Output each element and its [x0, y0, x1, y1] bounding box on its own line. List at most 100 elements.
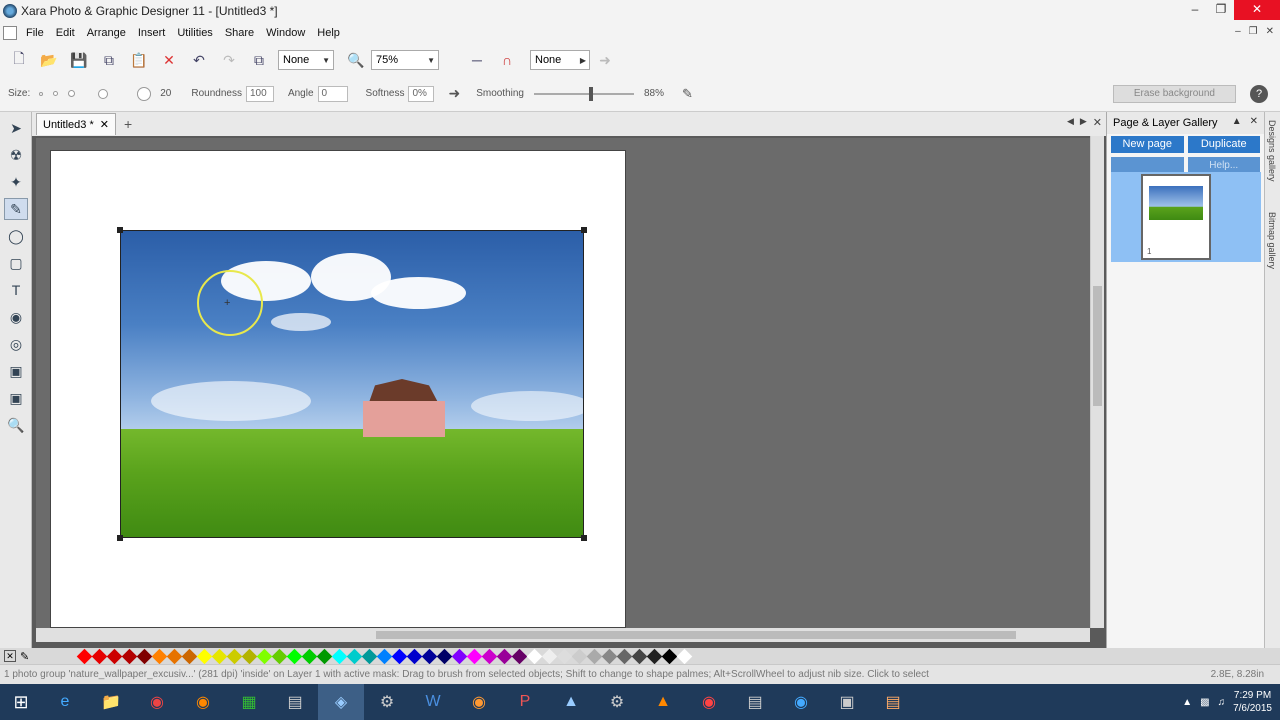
smoothing-slider[interactable] — [534, 86, 634, 101]
color-swatch[interactable] — [166, 648, 183, 664]
zoom-dropdown[interactable]: 75% ▼ — [371, 50, 439, 70]
help-icon[interactable]: ? — [1250, 84, 1268, 103]
shadow-tool-icon[interactable]: ▣ — [4, 360, 28, 382]
angle-input[interactable]: 0 — [317, 85, 348, 102]
document-icon[interactable] — [3, 26, 17, 40]
undo-icon[interactable]: ↶ — [187, 48, 211, 72]
brush-size-2[interactable] — [53, 91, 59, 96]
mdi-restore-icon[interactable]: ❐ — [1249, 26, 1258, 37]
color-swatch[interactable] — [616, 648, 633, 664]
line-width-icon[interactable]: ─ — [465, 48, 489, 72]
color-picker-icon[interactable]: ✎ — [20, 650, 29, 663]
restore-button[interactable]: ❐ — [1208, 0, 1234, 20]
xara-taskbar-icon[interactable]: ◈ — [318, 684, 364, 720]
firefox-icon[interactable]: ◉ — [180, 684, 226, 720]
selection-handle[interactable] — [581, 227, 587, 233]
brush-size-1[interactable] — [39, 91, 44, 96]
color-swatch[interactable] — [586, 648, 603, 664]
text-tool-icon[interactable]: T — [4, 279, 28, 301]
rectangle-tool-icon[interactable]: ▢ — [4, 252, 28, 274]
paste-icon[interactable]: 📋 — [127, 48, 151, 72]
color-swatch[interactable] — [331, 648, 348, 664]
app-icon-3[interactable]: ◉ — [456, 684, 502, 720]
color-swatch[interactable] — [241, 648, 258, 664]
file-explorer-icon[interactable]: 📁 — [88, 684, 134, 720]
transform-icon[interactable]: ⧉ — [247, 48, 271, 72]
gallery-close-icon[interactable]: ✕ — [1250, 116, 1258, 127]
menu-utilities[interactable]: Utilities — [177, 27, 212, 39]
selector-tool-icon[interactable]: ➤ — [4, 117, 28, 139]
zoom-tool-icon[interactable]: 🔍 — [4, 414, 28, 436]
close-button[interactable]: ✕ — [1234, 0, 1280, 20]
new-tab-icon[interactable]: + — [124, 116, 132, 132]
color-swatch[interactable] — [466, 648, 483, 664]
menu-help[interactable]: Help — [317, 27, 340, 39]
color-swatch[interactable] — [226, 648, 243, 664]
vlc-icon[interactable]: ▲ — [640, 684, 686, 720]
no-color-icon[interactable]: ✕ — [4, 650, 16, 662]
close-doc-icon[interactable]: ✕ — [1093, 116, 1102, 129]
color-swatch[interactable] — [361, 648, 378, 664]
brush-size-5[interactable] — [137, 86, 152, 101]
duplicate-button[interactable]: Duplicate — [1187, 136, 1260, 153]
arrow-right-icon[interactable]: ➜ — [448, 85, 460, 102]
shape-tool-icon[interactable]: ◯ — [4, 225, 28, 247]
menu-share[interactable]: Share — [225, 27, 254, 39]
scroll-thumb[interactable] — [1093, 286, 1102, 406]
zoom-icon[interactable]: 🔍 — [344, 48, 368, 72]
menu-insert[interactable]: Insert — [138, 27, 166, 39]
tray-arrow-icon[interactable]: ▲ — [1182, 697, 1192, 708]
mdi-close-icon[interactable]: ✕ — [1266, 26, 1274, 37]
brush-size-3[interactable] — [68, 90, 76, 97]
app-icon-2[interactable]: ⚙ — [364, 684, 410, 720]
app-icon[interactable] — [3, 4, 17, 18]
app-icon-5[interactable]: ⚙ — [594, 684, 640, 720]
clock[interactable]: 7:29 PM 7/6/2015 — [1233, 689, 1272, 715]
vertical-scrollbar[interactable] — [1090, 136, 1104, 628]
color-swatch[interactable] — [661, 648, 678, 664]
copy-icon[interactable]: ⧉ — [97, 48, 121, 72]
spreadsheet-icon[interactable]: ▦ — [226, 684, 272, 720]
selection-handle[interactable] — [117, 535, 123, 541]
app-icon-8[interactable]: ◉ — [778, 684, 824, 720]
color-swatch[interactable] — [421, 648, 438, 664]
transparency-tool-icon[interactable]: ◎ — [4, 333, 28, 355]
brush-tool-icon[interactable]: ✎ — [4, 198, 28, 220]
color-swatch[interactable] — [601, 648, 618, 664]
select-none-dropdown[interactable]: None ▼ — [278, 50, 334, 70]
menu-arrange[interactable]: Arrange — [87, 27, 126, 39]
color-swatch[interactable] — [346, 648, 363, 664]
color-swatch[interactable] — [151, 648, 168, 664]
pin-icon[interactable]: ▲ — [1232, 116, 1242, 127]
photo-tool-icon[interactable]: ☢ — [4, 144, 28, 166]
color-swatch[interactable] — [571, 648, 588, 664]
select-none-dropdown-2[interactable]: None ▶ — [530, 50, 590, 70]
network-icon[interactable]: ▩ — [1200, 697, 1209, 708]
color-swatch[interactable] — [391, 648, 408, 664]
color-swatch[interactable] — [511, 648, 528, 664]
crop-tool-icon[interactable]: ▣ — [4, 387, 28, 409]
page-thumbnail[interactable]: 1 — [1141, 174, 1211, 260]
color-swatch[interactable] — [451, 648, 468, 664]
menu-window[interactable]: Window — [266, 27, 305, 39]
selection-handle[interactable] — [581, 535, 587, 541]
open-icon[interactable]: 📂 — [37, 48, 61, 72]
windows-start-icon[interactable]: ⊞ — [0, 684, 42, 720]
color-swatch[interactable] — [406, 648, 423, 664]
fill-tool-icon[interactable]: ◉ — [4, 306, 28, 328]
redo-icon[interactable]: ↷ — [217, 48, 241, 72]
color-swatch[interactable] — [496, 648, 513, 664]
menu-file[interactable]: File — [26, 27, 44, 39]
color-swatch[interactable] — [76, 648, 93, 664]
smoothing-slider-handle[interactable] — [589, 86, 593, 101]
mdi-minimize-icon[interactable]: – — [1235, 26, 1241, 37]
color-swatch[interactable] — [556, 648, 573, 664]
color-swatch[interactable] — [541, 648, 558, 664]
color-swatch[interactable] — [136, 648, 153, 664]
chrome-icon[interactable]: ◉ — [134, 684, 180, 720]
color-swatch[interactable] — [121, 648, 138, 664]
color-swatch[interactable] — [256, 648, 273, 664]
color-swatch[interactable] — [631, 648, 648, 664]
minimize-button[interactable]: – — [1182, 0, 1208, 20]
color-swatch[interactable] — [676, 648, 693, 664]
